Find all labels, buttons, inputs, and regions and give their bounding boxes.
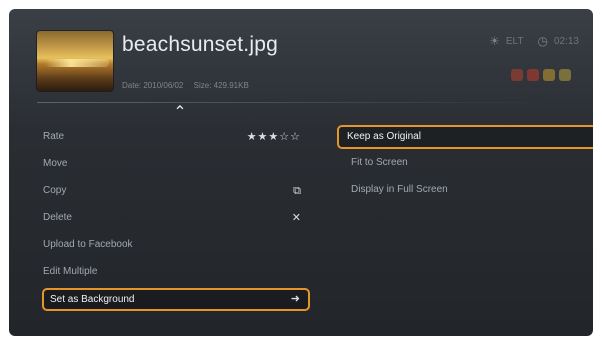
file-meta: Date: 2010/06/02 Size: 429.91KB	[122, 81, 257, 90]
chevron-up-icon[interactable]: ⌃	[172, 105, 188, 121]
menu-item-copy[interactable]: Copy ⧉	[37, 181, 309, 201]
submenu-item-label: Display in Full Screen	[351, 184, 448, 195]
menu-item-set-background[interactable]: Set as Background ➜	[42, 288, 310, 311]
submenu-item-full-screen[interactable]: Display in Full Screen	[343, 180, 593, 200]
sun-icon: ☀	[489, 34, 500, 48]
clock-time: 02:13	[553, 35, 579, 47]
submenu-item-label: Fit to Screen	[351, 157, 408, 168]
menu-item-upload-facebook[interactable]: Upload to Facebook	[37, 235, 309, 255]
header-divider	[37, 102, 565, 103]
mode-indicator: ELT	[505, 35, 524, 47]
status-bar: ☀ ELT ◷ 02:13	[489, 33, 579, 49]
submenu-item-fit-screen[interactable]: Fit to Screen	[343, 153, 593, 173]
color-dot-3	[543, 69, 555, 81]
menu-item-label: Delete	[43, 212, 72, 223]
color-dot-2	[527, 69, 539, 81]
menu-item-label: Upload to Facebook	[43, 239, 133, 250]
file-name: beachsunset.jpg	[122, 33, 278, 56]
submenu-item-label: Keep as Original	[347, 131, 421, 142]
arrow-right-icon: ➜	[290, 293, 300, 305]
file-size: Size: 429.91KB	[193, 81, 249, 90]
photo-thumbnail	[37, 31, 113, 91]
menu-item-rate[interactable]: Rate ★★★☆☆	[37, 127, 309, 147]
menu-item-edit-multiple[interactable]: Edit Multiple	[37, 262, 309, 282]
clock-icon: ◷	[537, 34, 548, 48]
rating-stars[interactable]: ★★★☆☆	[247, 127, 301, 147]
menu-item-label: Set as Background	[50, 294, 135, 305]
copy-icon: ⧉	[293, 185, 301, 197]
file-date: Date: 2010/06/02	[122, 81, 184, 90]
sunset-glow	[45, 59, 109, 67]
close-icon: ✕	[291, 212, 301, 224]
color-buttons	[511, 69, 571, 81]
menu-item-move[interactable]: Move	[37, 154, 309, 174]
color-dot-4	[559, 69, 571, 81]
submenu-item-keep-original[interactable]: Keep as Original	[337, 125, 593, 149]
menu-item-label: Copy	[43, 185, 67, 196]
photo-options-panel: beachsunset.jpg Date: 2010/06/02 Size: 4…	[9, 9, 593, 336]
menu-item-delete[interactable]: Delete ✕	[37, 208, 309, 228]
menu-item-label: Move	[43, 158, 68, 169]
menu-item-label: Rate	[43, 131, 65, 142]
menu-item-label: Edit Multiple	[43, 266, 98, 277]
color-dot-1	[511, 69, 523, 81]
